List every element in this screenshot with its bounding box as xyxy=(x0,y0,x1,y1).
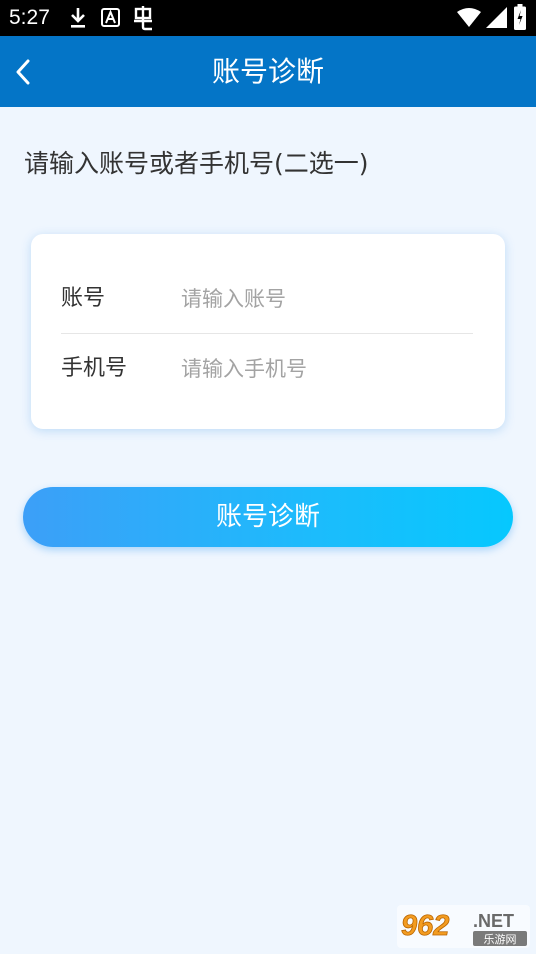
row-divider xyxy=(61,333,473,334)
watermark-logo: 962 .NET 乐游网 xyxy=(397,905,530,948)
app-a-icon xyxy=(101,8,120,27)
back-button[interactable] xyxy=(8,55,38,89)
battery-charging-icon xyxy=(514,4,526,30)
watermark-suffix: .NET xyxy=(473,911,514,931)
account-label: 账号 xyxy=(61,286,106,311)
phone-input[interactable] xyxy=(181,349,471,389)
download-icon xyxy=(71,8,85,28)
diagnose-button[interactable]: 账号诊断 xyxy=(23,487,513,547)
watermark-sublabel: 乐游网 xyxy=(484,933,517,946)
account-row: 账号 xyxy=(61,267,473,331)
instruction-text: 请输入账号或者手机号(二选一) xyxy=(24,149,369,178)
phone-label: 手机号 xyxy=(61,356,128,381)
chevron-left-icon xyxy=(16,59,30,85)
phone-row: 手机号 xyxy=(61,337,473,401)
form-card: 账号 手机号 xyxy=(31,234,505,429)
page-title: 账号诊断 xyxy=(211,55,324,88)
watermark-brand: 962 xyxy=(401,910,449,942)
status-bar: 5:27 xyxy=(0,0,536,36)
signal-icon xyxy=(486,7,507,28)
status-time: 5:27 xyxy=(9,6,50,29)
wifi-icon xyxy=(457,8,481,27)
account-input[interactable] xyxy=(181,279,471,319)
app-bar: 账号诊断 xyxy=(0,36,536,107)
bug-icon xyxy=(134,6,152,31)
